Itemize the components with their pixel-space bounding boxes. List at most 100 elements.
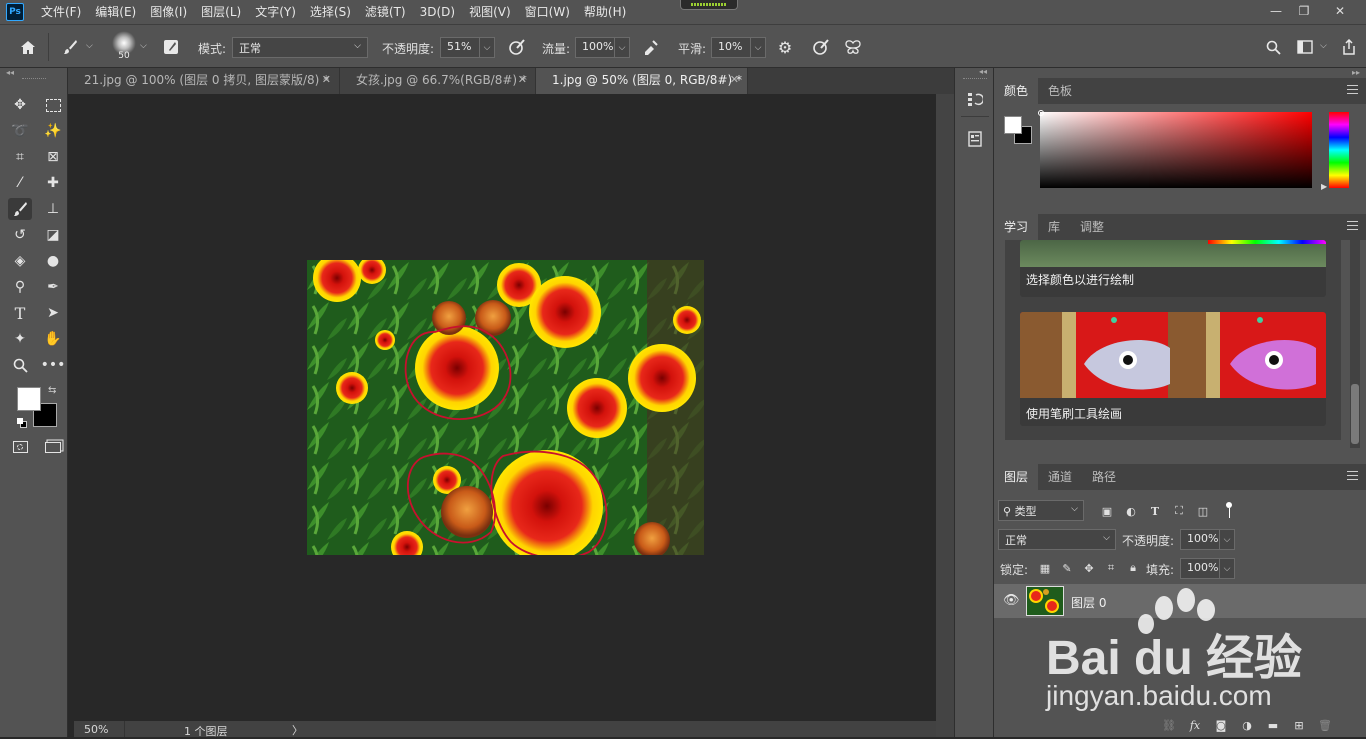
path-selection-tool-icon[interactable]: ➤ — [41, 302, 65, 324]
link-layers-icon[interactable]: ⛓ — [1160, 716, 1178, 734]
learn-scrollbar[interactable] — [1350, 240, 1360, 448]
swap-colors-icon[interactable]: ⇆ — [48, 385, 56, 396]
properties-panel-icon[interactable] — [964, 128, 986, 150]
minimize-button[interactable]: — — [1262, 0, 1290, 22]
crop-tool-icon[interactable]: ⌗ — [8, 146, 32, 168]
magic-wand-tool-icon[interactable]: ✨ — [41, 120, 65, 142]
flow-dropdown[interactable]: ⌵ — [614, 37, 630, 58]
menu-view[interactable]: 视图(V) — [462, 0, 518, 24]
brush-settings-icon[interactable] — [160, 36, 182, 58]
adjustment-layer-icon[interactable]: ◑ — [1238, 716, 1256, 734]
close-icon[interactable]: ✕ — [730, 68, 739, 92]
fill-input[interactable]: 100% — [1180, 558, 1220, 579]
eyedropper-tool-icon[interactable]: ⁄ — [8, 172, 32, 194]
eraser-tool-icon[interactable]: ◪ — [41, 224, 65, 246]
lock-pixels-icon[interactable]: ✎ — [1058, 559, 1076, 577]
opacity-input[interactable]: 51% — [440, 37, 480, 58]
learn-card-select-color[interactable]: 选择颜色以进行绘制 — [1020, 240, 1326, 297]
menu-type[interactable]: 文字(Y) — [248, 0, 303, 24]
move-tool-icon[interactable]: ✥ — [8, 94, 32, 116]
trash-icon[interactable]: 🗑︎ — [1316, 716, 1334, 734]
clone-stamp-tool-icon[interactable]: ⊥ — [41, 198, 65, 220]
fill-dropdown[interactable]: ⌵ — [1219, 558, 1235, 579]
hue-slider[interactable] — [1329, 112, 1349, 188]
brush-tool-icon[interactable] — [8, 198, 32, 220]
marquee-tool-icon[interactable] — [41, 94, 65, 116]
collapse-arrows-icon[interactable]: ▸▸ — [1352, 68, 1360, 77]
filter-type-icon[interactable]: T — [1146, 502, 1164, 520]
brush-tool-preset-icon[interactable] — [58, 35, 82, 59]
frame-tool-icon[interactable]: ⊠ — [41, 146, 65, 168]
layer-name[interactable]: 图层 0 — [1071, 594, 1106, 611]
panel-menu-icon[interactable] — [1347, 85, 1358, 94]
filter-shape-icon[interactable]: ⛶ — [1170, 502, 1188, 520]
info-menu-arrow-icon[interactable]: 〉 — [292, 722, 303, 738]
menu-layer[interactable]: 图层(L) — [194, 0, 248, 24]
share-icon[interactable] — [1338, 36, 1360, 58]
shape-tool-icon[interactable]: ✦ — [8, 328, 32, 350]
filter-pixel-icon[interactable]: ▣ — [1098, 502, 1116, 520]
filter-smart-object-icon[interactable]: ◫ — [1194, 502, 1212, 520]
history-panel-icon[interactable] — [964, 88, 986, 110]
quick-mask-icon[interactable] — [8, 436, 32, 458]
canvas-area[interactable] — [74, 94, 936, 721]
new-layer-icon[interactable]: ⊞ — [1290, 716, 1308, 734]
tab-1-jpg[interactable]: 1.jpg @ 50% (图层 0, RGB/8#) * ✕ — [536, 68, 748, 94]
collapse-arrows-icon[interactable]: ◂◂ — [6, 68, 14, 77]
collapse-arrows-icon[interactable]: ◂◂ — [979, 67, 987, 76]
menu-select[interactable]: 选择(S) — [303, 0, 358, 24]
tab-paths[interactable]: 路径 — [1082, 464, 1126, 490]
paint-bucket-tool-icon[interactable]: ◈ — [8, 250, 32, 272]
screen-mode-icon[interactable] — [41, 436, 65, 458]
foreground-color-chip[interactable] — [1004, 116, 1022, 134]
chevron-down-icon[interactable]: ⌵ — [1320, 41, 1327, 51]
menu-filter[interactable]: 滤镜(T) — [358, 0, 413, 24]
chevron-down-icon[interactable]: ⌵ — [140, 41, 147, 51]
pressure-opacity-icon[interactable] — [506, 36, 528, 58]
tab-girl-jpg[interactable]: 女孩.jpg @ 66.7%(RGB/8#) * ✕ — [340, 68, 536, 94]
panel-menu-icon[interactable] — [1347, 471, 1358, 480]
toolbar-grip[interactable] — [22, 78, 46, 80]
lock-transparent-icon[interactable]: ▦ — [1036, 559, 1054, 577]
fx-icon[interactable]: fx — [1186, 716, 1204, 734]
foreground-color-swatch[interactable] — [17, 387, 41, 411]
blend-mode-select[interactable]: 正常 ⌵ — [998, 529, 1116, 550]
gear-icon[interactable]: ⚙ — [774, 36, 796, 58]
pressure-size-icon[interactable] — [810, 36, 832, 58]
filter-adjustment-icon[interactable]: ◐ — [1122, 502, 1140, 520]
search-icon[interactable] — [1262, 36, 1284, 58]
learn-card-brush-painting[interactable]: 使用笔刷工具绘画 — [1020, 312, 1326, 426]
eye-icon[interactable]: 👁︎ — [1003, 593, 1020, 608]
restore-button[interactable]: ❐ — [1290, 0, 1318, 22]
zoom-tool-icon[interactable] — [8, 354, 32, 376]
tab-swatches[interactable]: 色板 — [1038, 78, 1082, 104]
dodge-tool-icon[interactable]: ⚲ — [8, 276, 32, 298]
menu-edit[interactable]: 编辑(E) — [88, 0, 143, 24]
hue-slider-handle-icon[interactable]: ▶ — [1321, 182, 1327, 191]
lock-all-icon[interactable]: 🔒︎ — [1124, 559, 1142, 577]
color-picker-marker[interactable] — [1038, 110, 1044, 116]
menu-help[interactable]: 帮助(H) — [577, 0, 633, 24]
panel-menu-icon[interactable] — [1347, 221, 1358, 230]
airbrush-icon[interactable] — [640, 36, 662, 58]
lasso-tool-icon[interactable]: ➰ — [8, 120, 32, 142]
mode-select[interactable]: 正常 ⌵ — [232, 37, 368, 58]
default-colors-icon[interactable] — [17, 418, 27, 428]
history-brush-tool-icon[interactable]: ↺ — [8, 224, 32, 246]
healing-brush-tool-icon[interactable]: ✚ — [41, 172, 65, 194]
layer-opacity-input[interactable]: 100% — [1180, 529, 1220, 550]
lock-artboard-icon[interactable]: ⌗ — [1102, 559, 1120, 577]
vertical-scrollbar[interactable] — [936, 94, 954, 737]
layer-filter-select[interactable]: ⚲ 类型 ⌵ — [998, 500, 1084, 521]
flower-photo[interactable] — [307, 260, 704, 555]
tab-layers[interactable]: 图层 — [994, 464, 1039, 490]
menu-file[interactable]: 文件(F) — [34, 0, 88, 24]
blur-tool-icon[interactable]: ● — [41, 250, 65, 272]
layer-opacity-dropdown[interactable]: ⌵ — [1219, 529, 1235, 550]
tab-libraries[interactable]: 库 — [1038, 214, 1070, 240]
symmetry-butterfly-icon[interactable] — [842, 36, 864, 58]
opacity-dropdown[interactable]: ⌵ — [479, 37, 495, 58]
home-icon[interactable] — [16, 35, 40, 59]
pen-tool-icon[interactable]: ✒ — [41, 276, 65, 298]
close-icon[interactable]: ✕ — [322, 68, 331, 92]
